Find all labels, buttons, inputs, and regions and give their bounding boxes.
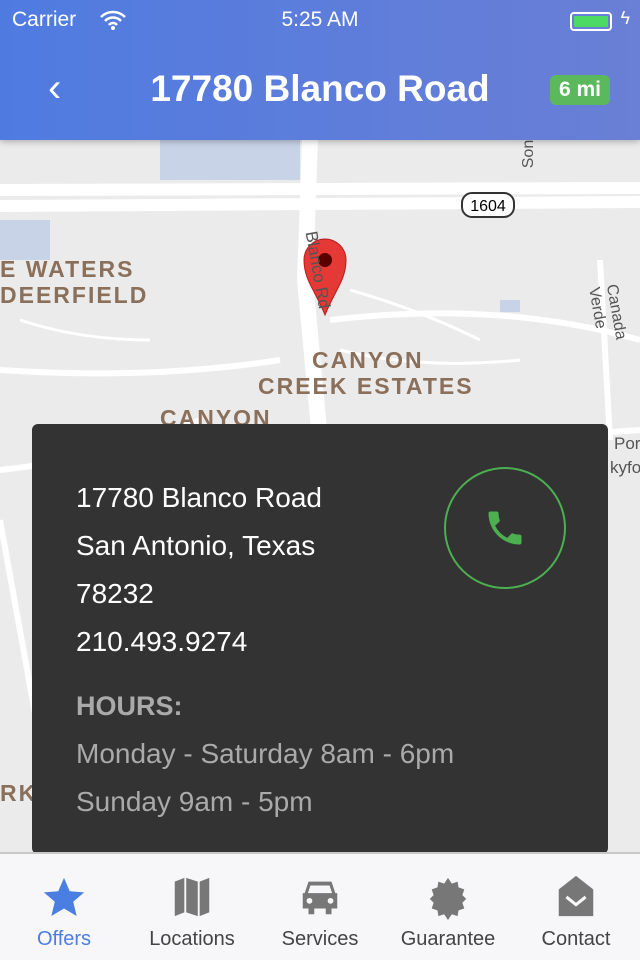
map-icon xyxy=(174,877,210,917)
tab-label: Offers xyxy=(36,928,92,950)
badge-icon xyxy=(429,877,467,920)
star-icon xyxy=(43,877,85,916)
tab-label: Services xyxy=(281,928,359,950)
map-label: CREEK ESTATES xyxy=(258,373,474,399)
tab-services[interactable]: Services xyxy=(256,854,384,960)
map-label: E WATERS xyxy=(0,256,135,282)
tab-label: Locations xyxy=(149,928,235,950)
charging-icon: ϟ xyxy=(620,8,630,28)
map-label: CANYON xyxy=(312,347,424,373)
status-bar: Carrier 5:25 AM ϟ xyxy=(0,8,640,36)
call-button[interactable] xyxy=(444,467,566,589)
hours-heading: HOURS: xyxy=(76,691,183,721)
tab-offers[interactable]: Offers xyxy=(0,854,128,960)
clock: 5:25 AM xyxy=(281,8,359,31)
road-label: Por xyxy=(614,434,640,453)
location-card: 17780 Blanco Road San Antonio, Texas 782… xyxy=(32,424,608,854)
nav-header: Carrier 5:25 AM ϟ ‹ 17780 Blanco Road 6 … xyxy=(0,0,640,140)
envelope-icon xyxy=(558,875,594,917)
road-label: Son xyxy=(520,139,538,169)
phone-number[interactable]: 210.493.9274 xyxy=(76,618,564,666)
tab-bar: Offers Locations Services Guarantee Cont… xyxy=(0,852,640,960)
car-icon xyxy=(302,881,338,915)
tab-guarantee[interactable]: Guarantee xyxy=(384,854,512,960)
hours-sunday: Sunday 9am - 5pm xyxy=(76,786,313,817)
tab-contact[interactable]: Contact xyxy=(512,854,640,960)
highway-shield: 1604 xyxy=(470,198,506,215)
tab-locations[interactable]: Locations xyxy=(128,854,256,960)
hours-weekday: Monday - Saturday 8am - 6pm xyxy=(76,738,455,769)
page-title: 17780 Blanco Road xyxy=(150,68,490,109)
map-label: DEERFIELD xyxy=(0,282,149,308)
battery-icon xyxy=(570,12,612,31)
tab-label: Contact xyxy=(541,928,611,950)
tab-label: Guarantee xyxy=(400,928,496,950)
distance-badge: 6 mi xyxy=(549,75,610,105)
road-label: kyfo xyxy=(610,458,640,477)
phone-icon xyxy=(488,511,522,545)
